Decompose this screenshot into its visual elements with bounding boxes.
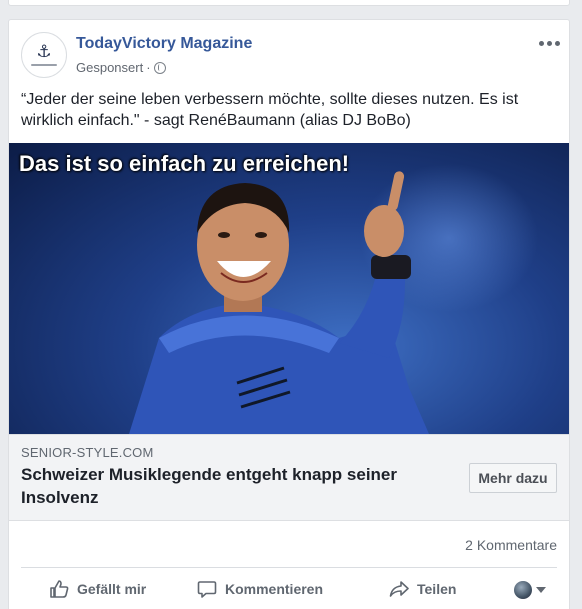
comment-bubble-icon	[197, 581, 217, 598]
learn-more-button[interactable]: Mehr dazu	[469, 463, 557, 493]
chevron-down-icon	[536, 587, 546, 593]
post-header: ⚓ TodayVictory Magazine Gesponsert ·	[21, 32, 561, 80]
link-preview[interactable]: SENIOR-STYLE.COM Schweizer Musiklegende …	[9, 434, 569, 521]
page-name-link[interactable]: TodayVictory Magazine	[76, 35, 252, 53]
post-stats: 2 Kommentare	[21, 534, 557, 556]
previous-post-card	[8, 0, 570, 6]
sponsored-label[interactable]: Gesponsert	[76, 60, 143, 75]
anchor-logo-icon: ⚓	[36, 42, 52, 62]
comment-button[interactable]: Kommentieren	[197, 579, 323, 599]
post-image[interactable]: Das ist so einfach zu erreichen!	[9, 143, 569, 434]
post-meta: Gesponsert ·	[76, 60, 166, 75]
share-arrow-icon	[389, 581, 409, 597]
link-title[interactable]: Schweizer Musiklegende entgeht knapp sei…	[21, 463, 441, 509]
thumbs-up-icon	[50, 580, 69, 598]
logo-wordmark	[31, 64, 57, 66]
post-as-selector[interactable]	[514, 581, 546, 599]
share-label: Teilen	[417, 581, 457, 597]
meta-separator: ·	[146, 60, 151, 75]
performer-illustration	[129, 171, 429, 434]
globe-icon[interactable]	[153, 61, 166, 74]
user-avatar	[514, 581, 532, 599]
image-caption: Das ist so einfach zu erreichen!	[19, 151, 350, 176]
post-text: “Jeder der seine leben verbessern möchte…	[21, 91, 519, 129]
link-domain: SENIOR-STYLE.COM	[21, 445, 154, 460]
sponsored-post-card: ⚓ TodayVictory Magazine Gesponsert · “Je…	[8, 19, 570, 609]
post-actions: Gefällt mir Kommentieren Teilen	[21, 567, 557, 609]
more-options-icon[interactable]	[537, 36, 561, 50]
share-button[interactable]: Teilen	[389, 579, 456, 599]
like-button[interactable]: Gefällt mir	[49, 579, 146, 599]
page-avatar[interactable]: ⚓	[21, 32, 67, 78]
comment-label: Kommentieren	[225, 581, 324, 597]
comments-count[interactable]: 2 Kommentare	[465, 537, 557, 553]
like-label: Gefällt mir	[77, 581, 147, 597]
